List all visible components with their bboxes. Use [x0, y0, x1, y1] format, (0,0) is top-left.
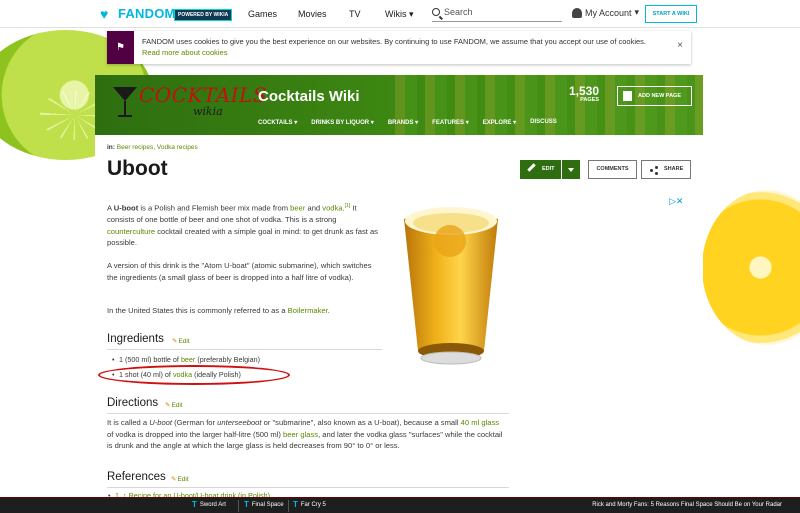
- wiki-nav-features[interactable]: FEATURES ▾: [432, 119, 469, 126]
- vodka-link[interactable]: vodka: [322, 204, 342, 213]
- cookie-banner: ⚑ FANDOM uses cookies to give you the be…: [107, 31, 691, 64]
- category-links[interactable]: Beer recipes, Vodka recipes: [117, 144, 198, 151]
- fandom-t-icon: T: [192, 500, 197, 509]
- pencil-icon: [527, 163, 536, 172]
- directions-edit-link[interactable]: Edit: [165, 401, 182, 409]
- beer-link[interactable]: beer: [181, 355, 195, 364]
- ingredients-heading: Ingredients: [107, 333, 164, 345]
- read-more-cookies-link[interactable]: Read more about cookies: [142, 48, 227, 57]
- directions-paragraph: It is called a U-boot (German for unters…: [107, 418, 503, 451]
- cocktails-wiki-logo[interactable]: COCKTAILS wikia: [113, 83, 267, 125]
- wiki-navigation: COCKTAILS ▾ DRINKS BY LIQUOR ▾ BRANDS ▾ …: [258, 119, 557, 126]
- edit-dropdown-chevron-icon[interactable]: [561, 160, 580, 179]
- ad-choices-icon[interactable]: ▷✕: [669, 196, 683, 207]
- user-avatar-icon: [572, 7, 582, 18]
- red-highlight-annotation: [98, 365, 290, 385]
- my-account-menu[interactable]: My Account ▾: [572, 7, 639, 18]
- fandom-heart-icon: ♥: [100, 5, 109, 22]
- chevron-down-icon: ▾: [634, 7, 640, 17]
- list-item: 1 (500 ml) bottle of beer (preferably Be…: [112, 355, 260, 364]
- search-input[interactable]: Search: [432, 7, 562, 22]
- share-button[interactable]: SHARE: [641, 160, 691, 179]
- wiki-title[interactable]: Cocktails Wiki: [258, 88, 360, 105]
- references-edit-link[interactable]: Edit: [171, 475, 188, 483]
- intro-paragraph-1: A U-boot is a Polish and Flemish beer mi…: [107, 203, 378, 248]
- global-navigation: ♥ FANDOM POWERED BY WIKIA Games Movies T…: [0, 0, 800, 28]
- nav-link-wikis[interactable]: Wikis ▾: [385, 9, 414, 20]
- counterculture-link[interactable]: counterculture: [107, 227, 155, 236]
- wiki-nav-brands[interactable]: BRANDS ▾: [388, 119, 418, 126]
- close-icon[interactable]: ×: [677, 40, 683, 51]
- flag-icon: ⚑: [107, 31, 134, 64]
- wiki-nav-explore[interactable]: EXPLORE ▾: [483, 119, 516, 126]
- wiki-nav-discuss[interactable]: DISCUSS: [530, 119, 557, 126]
- wiki-nav-cocktails[interactable]: COCKTAILS ▾: [258, 119, 297, 126]
- comments-button[interactable]: COMMENTS: [588, 160, 637, 179]
- fandom-t-icon: T: [293, 500, 298, 509]
- references-heading: References: [107, 471, 166, 483]
- directions-heading: Directions: [107, 397, 159, 409]
- ingredients-edit-link[interactable]: Edit: [172, 337, 189, 345]
- search-icon: [432, 8, 440, 16]
- add-new-page-button[interactable]: ADD NEW PAGE: [617, 86, 692, 106]
- add-page-icon: [623, 91, 632, 101]
- beer-glass-link[interactable]: beer glass: [283, 430, 318, 439]
- uboot-beer-glass-image: [404, 207, 498, 365]
- share-icon: [650, 166, 658, 175]
- wiki-header: COCKTAILS wikia Cocktails Wiki COCKTAILS…: [95, 75, 703, 135]
- martini-glass-icon: [113, 87, 137, 117]
- categories: in: Beer recipes, Vodka recipes: [107, 144, 198, 151]
- 40ml-glass-link[interactable]: 40 ml glass: [461, 418, 499, 427]
- intro-paragraph-2: A version of this drink is the "Atom U-b…: [107, 261, 372, 282]
- beer-link[interactable]: beer: [290, 204, 305, 213]
- toolbar-item-far-cry-5[interactable]: T Far Cry 5: [293, 501, 326, 509]
- powered-by-wikia-badge: POWERED BY WIKIA: [174, 9, 233, 21]
- page-title: Uboot: [107, 157, 168, 180]
- article-content: in: Beer recipes, Vodka recipes Uboot ED…: [95, 135, 703, 500]
- fandom-logo[interactable]: ♥ FANDOM: [100, 6, 176, 21]
- toolbar-item-sword-art[interactable]: T Sword Art: [192, 501, 226, 509]
- page-count: 1,530 PAGES: [569, 84, 600, 103]
- wiki-nav-drinks-by-liquor[interactable]: DRINKS BY LIQUOR ▾: [311, 119, 374, 126]
- nav-link-tv[interactable]: TV: [349, 9, 361, 19]
- nav-link-games[interactable]: Games: [248, 9, 277, 19]
- chevron-down-icon: ▾: [409, 9, 414, 19]
- lemon-slice-decoration: [702, 190, 800, 345]
- boilermaker-link[interactable]: Boilermaker: [288, 306, 328, 315]
- toolbar-item-final-space[interactable]: T Final Space: [244, 501, 284, 509]
- start-a-wiki-button[interactable]: START A WIKI: [645, 5, 697, 23]
- fandom-t-icon: T: [244, 500, 249, 509]
- intro-paragraph-3: In the United States this is commonly re…: [107, 306, 330, 315]
- nav-link-movies[interactable]: Movies: [298, 9, 327, 19]
- fandom-bottom-toolbar: T Sword Art T Final Space T Far Cry 5 Rick …: [0, 497, 800, 513]
- toolbar-news-link[interactable]: Rick and Morty Fans: 5 Reasons Final Spa…: [592, 502, 782, 508]
